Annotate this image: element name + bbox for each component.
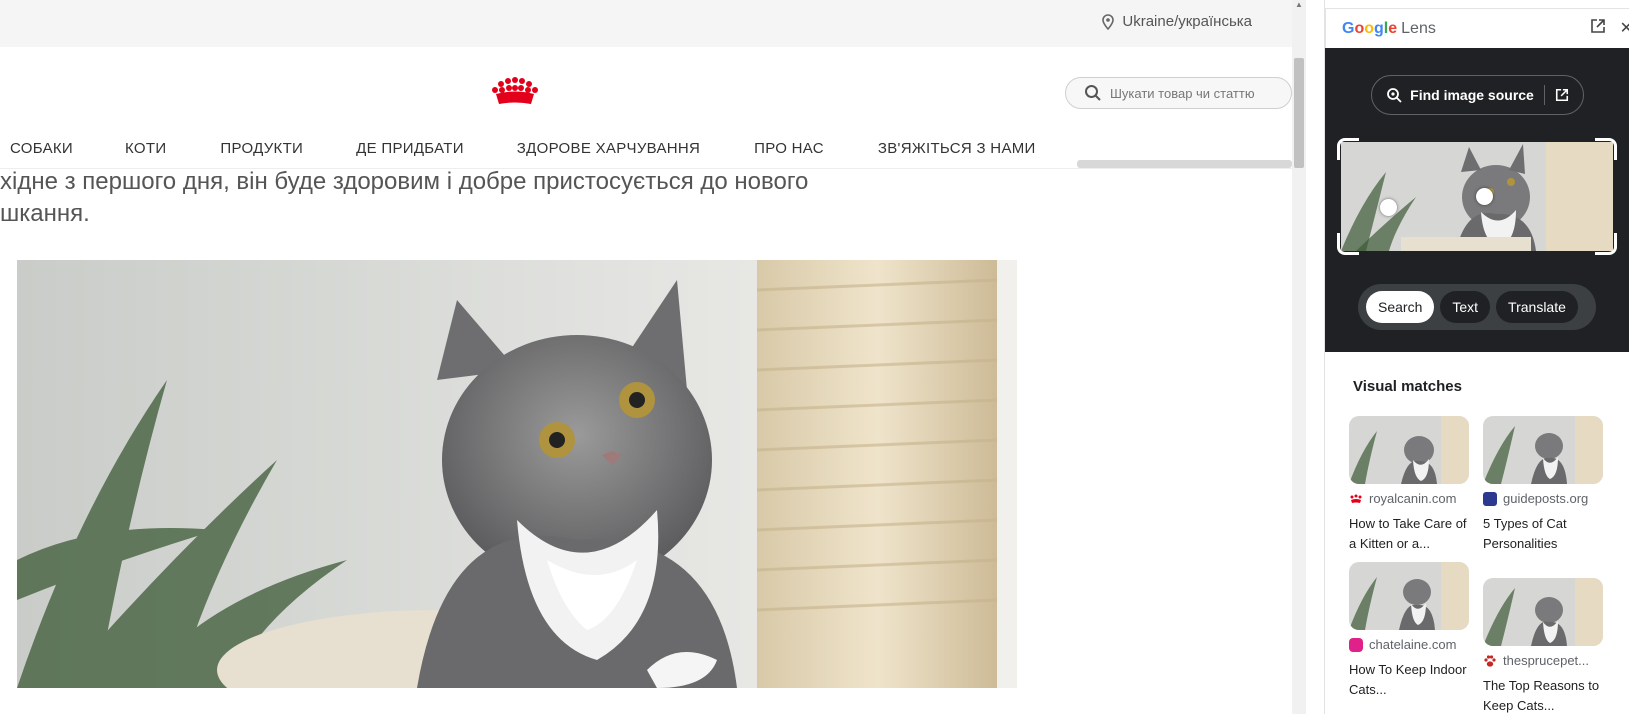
- nav-item-products[interactable]: ПРОДУКТИ: [220, 140, 303, 157]
- mode-text-tab[interactable]: Text: [1440, 291, 1491, 323]
- search-placeholder: Шукати товар чи статтю: [1110, 85, 1255, 101]
- site-header: Шукати товар чи статтю СОБАКИ КОТИ ПРОДУ…: [0, 47, 1292, 169]
- match-source: thesprucepet...: [1483, 653, 1603, 668]
- match-site-name: guideposts.org: [1503, 491, 1589, 506]
- lens-logo: Google Lens: [1342, 20, 1436, 38]
- object-dot[interactable]: [1380, 199, 1397, 216]
- search-icon: [1085, 85, 1101, 101]
- hero-kitten-image[interactable]: [17, 260, 1017, 688]
- region-label: Ukraine/українська: [1122, 13, 1252, 30]
- image-crop-selector[interactable]: [1337, 138, 1617, 255]
- crop-handle-bottom-right[interactable]: [1595, 233, 1617, 255]
- match-site-name: royalcanin.com: [1369, 491, 1457, 506]
- match-source: chatelaine.com: [1349, 637, 1469, 652]
- lens-search-icon: [1387, 88, 1402, 103]
- google-lens-panel: Google Lens ✕ Find image source Search T…: [1325, 0, 1629, 714]
- visual-match-card[interactable]: chatelaine.com How To Keep Indoor Cats..…: [1349, 562, 1469, 700]
- scroll-up-arrow-icon[interactable]: ▲: [1295, 0, 1303, 9]
- lens-header: Google Lens ✕: [1325, 8, 1629, 48]
- article-line-1: хідне з першого дня, він буде здоровим і…: [0, 168, 809, 195]
- page-scrollbar[interactable]: ▲: [1292, 0, 1306, 714]
- match-thumbnail[interactable]: [1349, 416, 1469, 484]
- find-image-source-label: Find image source: [1410, 87, 1534, 103]
- scrollbar-thumb[interactable]: [1294, 58, 1304, 168]
- chatelaine-favicon-icon: [1349, 637, 1363, 652]
- kitten-photo: [17, 260, 1017, 688]
- lens-header-actions: ✕: [1590, 18, 1629, 38]
- find-image-source-button[interactable]: Find image source: [1371, 75, 1584, 115]
- nav-item-contact-us[interactable]: ЗВ'ЯЖІТЬСЯ З НАМИ: [878, 140, 1036, 157]
- match-thumbnail[interactable]: [1349, 562, 1469, 630]
- nav-item-healthy-nutrition[interactable]: ЗДОРОВЕ ХАРЧУВАННЯ: [517, 140, 700, 157]
- royalcanin-favicon-icon: [1350, 494, 1362, 503]
- location-pin-icon: [1102, 13, 1115, 30]
- match-title[interactable]: How To Keep Indoor Cats...: [1349, 660, 1469, 700]
- website-viewport: Ukraine/українська Шукати товар чи статт…: [0, 0, 1292, 714]
- match-title[interactable]: The Top Reasons to Keep Cats...: [1483, 676, 1603, 714]
- object-dot[interactable]: [1476, 188, 1493, 205]
- article-line-2: шкання.: [0, 200, 90, 227]
- close-icon[interactable]: ✕: [1620, 18, 1629, 38]
- nav-item-cats[interactable]: КОТИ: [125, 140, 166, 157]
- article-text: хідне з першого дня, він буде здоровим і…: [0, 166, 808, 230]
- match-site-name: chatelaine.com: [1369, 637, 1457, 652]
- open-in-new-tab-icon[interactable]: [1590, 18, 1606, 34]
- match-title[interactable]: 5 Types of Cat Personalities: [1483, 514, 1603, 554]
- crop-handle-top-left[interactable]: [1337, 138, 1359, 160]
- nav-scroll-indicator: [1077, 160, 1292, 168]
- top-utility-bar: Ukraine/українська: [0, 0, 1292, 47]
- visual-match-card[interactable]: royalcanin.com How to Take Care of a Kit…: [1349, 416, 1469, 554]
- mode-translate-tab[interactable]: Translate: [1496, 291, 1578, 323]
- crop-handle-bottom-left[interactable]: [1337, 233, 1359, 255]
- paw-favicon-icon: [1484, 654, 1496, 667]
- main-navigation: СОБАКИ КОТИ ПРОДУКТИ ДЕ ПРИДБАТИ ЗДОРОВЕ…: [0, 140, 1036, 157]
- visual-matches-heading: Visual matches: [1353, 378, 1462, 395]
- match-source: royalcanin.com: [1349, 491, 1469, 506]
- visual-match-card[interactable]: thesprucepet... The Top Reasons to Keep …: [1483, 578, 1603, 714]
- royal-canin-crown-logo[interactable]: [488, 77, 542, 109]
- nav-item-where-to-buy[interactable]: ДЕ ПРИДБАТИ: [356, 140, 464, 157]
- match-site-name: thesprucepet...: [1503, 653, 1589, 668]
- region-selector[interactable]: Ukraine/українська: [1102, 13, 1252, 30]
- guideposts-favicon-icon: [1483, 491, 1497, 506]
- visual-match-card[interactable]: guideposts.org 5 Types of Cat Personalit…: [1483, 416, 1603, 554]
- match-thumbnail[interactable]: [1483, 578, 1603, 646]
- site-search-input[interactable]: Шукати товар чи статтю: [1065, 77, 1292, 109]
- match-thumbnail[interactable]: [1483, 416, 1603, 484]
- panel-divider: [1306, 0, 1325, 714]
- external-link-icon: [1555, 88, 1568, 102]
- nav-item-dogs[interactable]: СОБАКИ: [10, 140, 73, 157]
- lens-wordmark: Lens: [1401, 20, 1436, 37]
- mode-search-tab[interactable]: Search: [1366, 291, 1435, 323]
- lens-mode-switch: Search Text Translate: [1358, 284, 1596, 330]
- nav-item-about-us[interactable]: ПРО НАС: [754, 140, 824, 157]
- match-source: guideposts.org: [1483, 491, 1603, 506]
- crop-handle-top-right[interactable]: [1595, 138, 1617, 160]
- lens-image-region: Find image source Search Text Translate: [1325, 48, 1629, 352]
- match-title[interactable]: How to Take Care of a Kitten or a...: [1349, 514, 1469, 554]
- google-wordmark: Google: [1342, 20, 1398, 37]
